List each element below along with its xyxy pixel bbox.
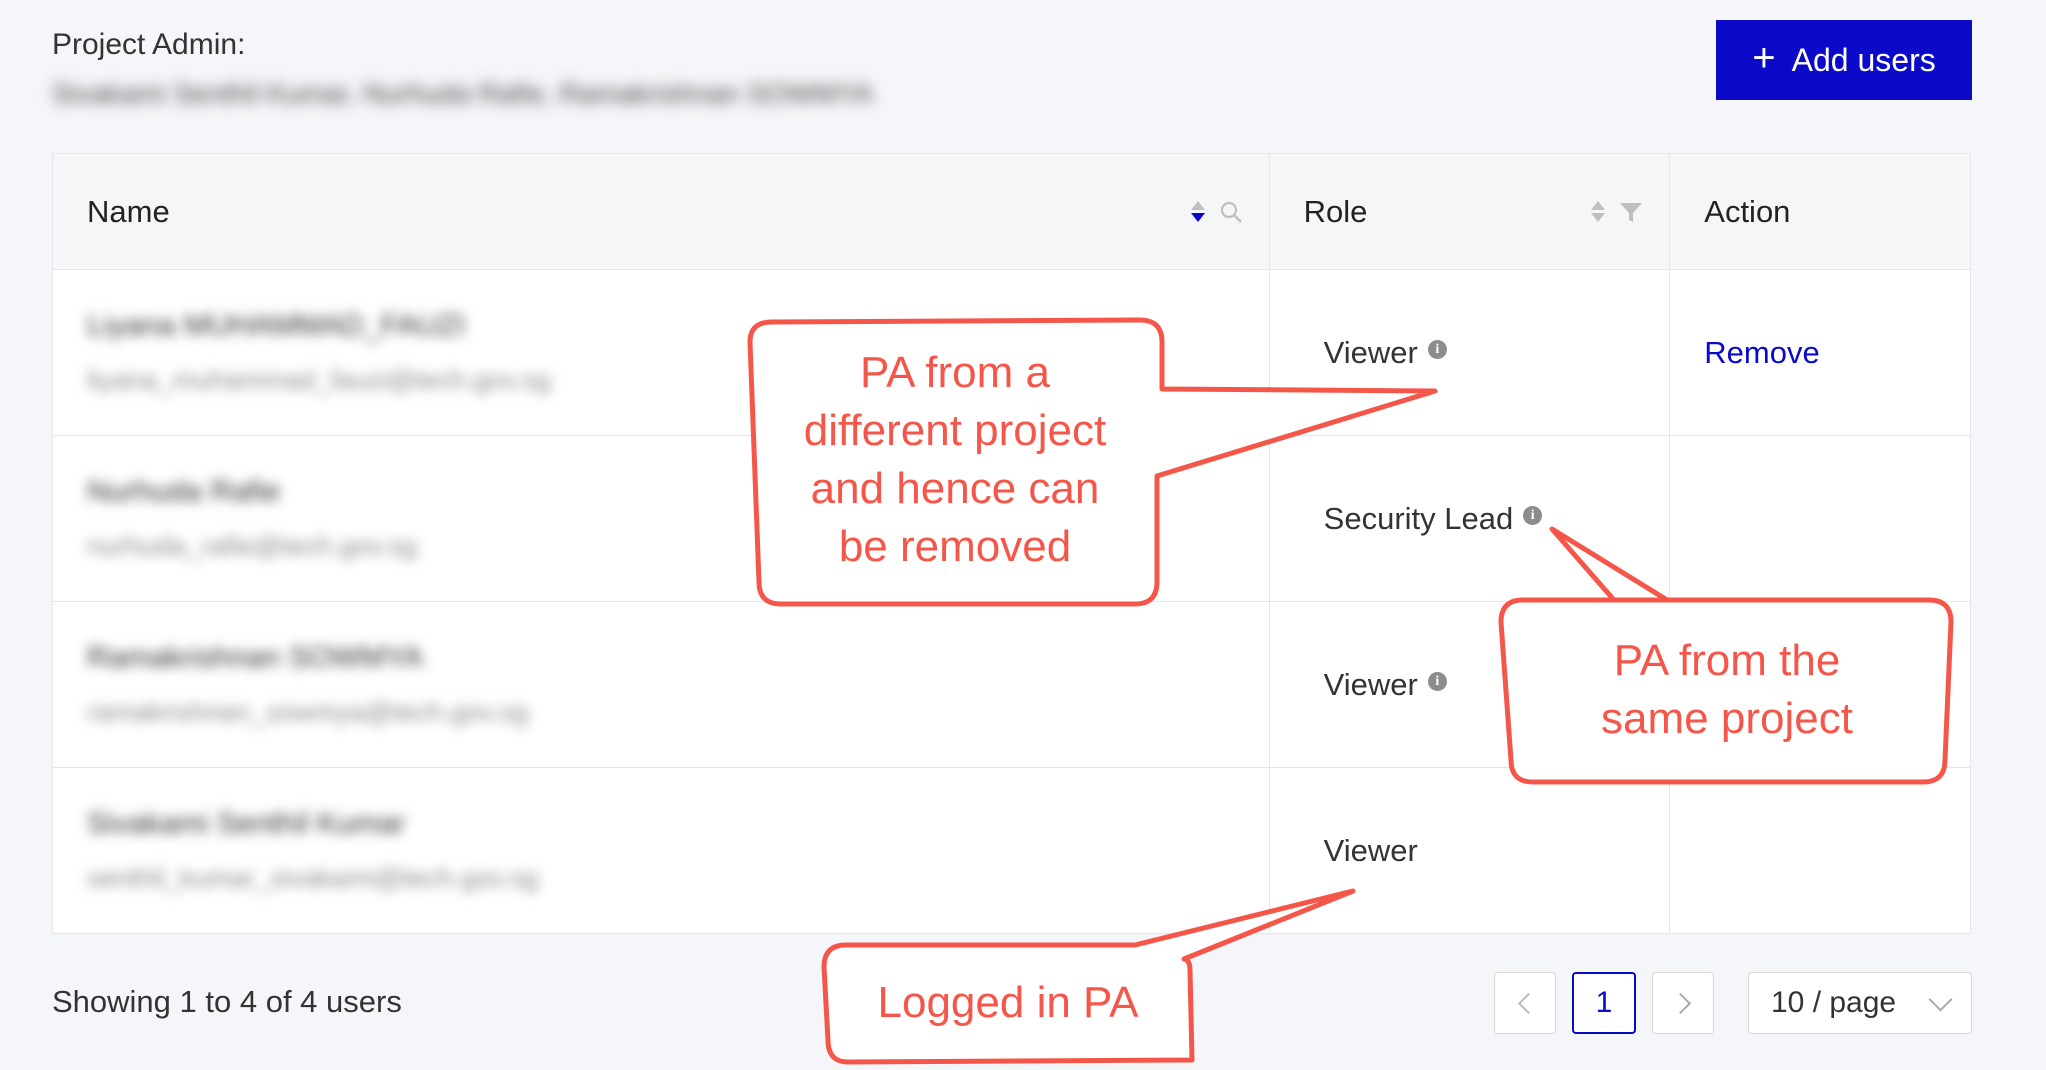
role-value: Viewer (1323, 832, 1418, 868)
chevron-left-icon (1517, 992, 1539, 1014)
pagination-summary: Showing 1 to 4 of 4 users (52, 984, 402, 1019)
remove-user-link[interactable]: Remove (1704, 335, 1819, 370)
callout-text-different-project: PA from a different project and hence ca… (760, 344, 1150, 576)
callout-text-same-project: PA from the same project (1510, 632, 1944, 748)
role-value: Viewer (1323, 334, 1418, 370)
callout-line: same project (1601, 694, 1853, 743)
table-header-row: Name Role Action (52, 153, 1971, 270)
sort-icon[interactable] (1591, 201, 1606, 222)
user-cell: Sivakami Senthil Kumar senthil_kumar_siv… (52, 767, 1270, 934)
search-icon[interactable] (1219, 200, 1243, 224)
user-cell: Ramakrishnan SOWMYA ramakrishnan_sowmya@… (52, 601, 1270, 768)
info-icon[interactable]: i (1523, 506, 1543, 525)
callout-text-logged-in: Logged in PA (877, 978, 1139, 1027)
action-column-label: Action (1704, 193, 1791, 229)
role-value: Viewer (1323, 666, 1418, 702)
filter-icon[interactable] (1619, 200, 1643, 224)
user-name: Sivakami Senthil Kumar (87, 807, 406, 840)
table-row: Sivakami Senthil Kumar senthil_kumar_siv… (52, 767, 1971, 934)
sort-icon[interactable] (1190, 201, 1205, 222)
action-cell (1669, 435, 1971, 602)
chevron-right-icon (1669, 992, 1691, 1014)
info-icon[interactable]: i (1427, 340, 1447, 359)
role-cell: Viewer (1268, 767, 1671, 934)
next-page-button[interactable] (1652, 972, 1714, 1034)
project-admin-label: Project Admin: (52, 28, 246, 61)
callout-line: and hence can (810, 464, 1100, 513)
plus-icon: + (1752, 36, 1776, 80)
page-size-value: 10 / page (1771, 986, 1897, 1019)
action-cell: Remove (1669, 269, 1971, 436)
name-column-label: Name (87, 193, 170, 229)
role-cell: Security Lead i (1268, 435, 1671, 602)
action-column-header: Action (1669, 153, 1971, 270)
page-number-button[interactable]: 1 (1572, 972, 1636, 1034)
callout-line: different project (803, 406, 1107, 455)
user-name: Ramakrishnan SOWMYA (87, 641, 424, 674)
add-users-label: Add users (1791, 41, 1936, 78)
action-cell (1669, 767, 1971, 934)
role-value: Security Lead (1323, 500, 1514, 536)
callout-line: be removed (838, 522, 1072, 571)
info-icon[interactable]: i (1427, 672, 1447, 691)
add-users-button[interactable]: + Add users (1716, 20, 1972, 100)
chevron-down-icon (1928, 986, 1953, 1012)
callout-line: PA from a (860, 348, 1050, 397)
project-admin-names: Sivakami Senthil Kumar, Nurhuda Rafie, R… (52, 78, 874, 109)
callout-line: PA from the (1613, 636, 1841, 685)
user-name: Liyana MUHAMMAD_FAUZI (87, 309, 466, 342)
role-cell: Viewer i (1268, 269, 1671, 436)
previous-page-button[interactable] (1494, 972, 1556, 1034)
role-column-label: Role (1303, 193, 1368, 229)
role-column-header: Role (1268, 153, 1671, 270)
user-email: ramakrishnan_sowmya@tech.gov.sg (87, 697, 529, 727)
name-column-header: Name (52, 153, 1270, 270)
page-size-select[interactable]: 10 / page (1748, 972, 1972, 1034)
user-email: senthil_kumar_sivakami@tech.gov.sg (87, 863, 539, 893)
